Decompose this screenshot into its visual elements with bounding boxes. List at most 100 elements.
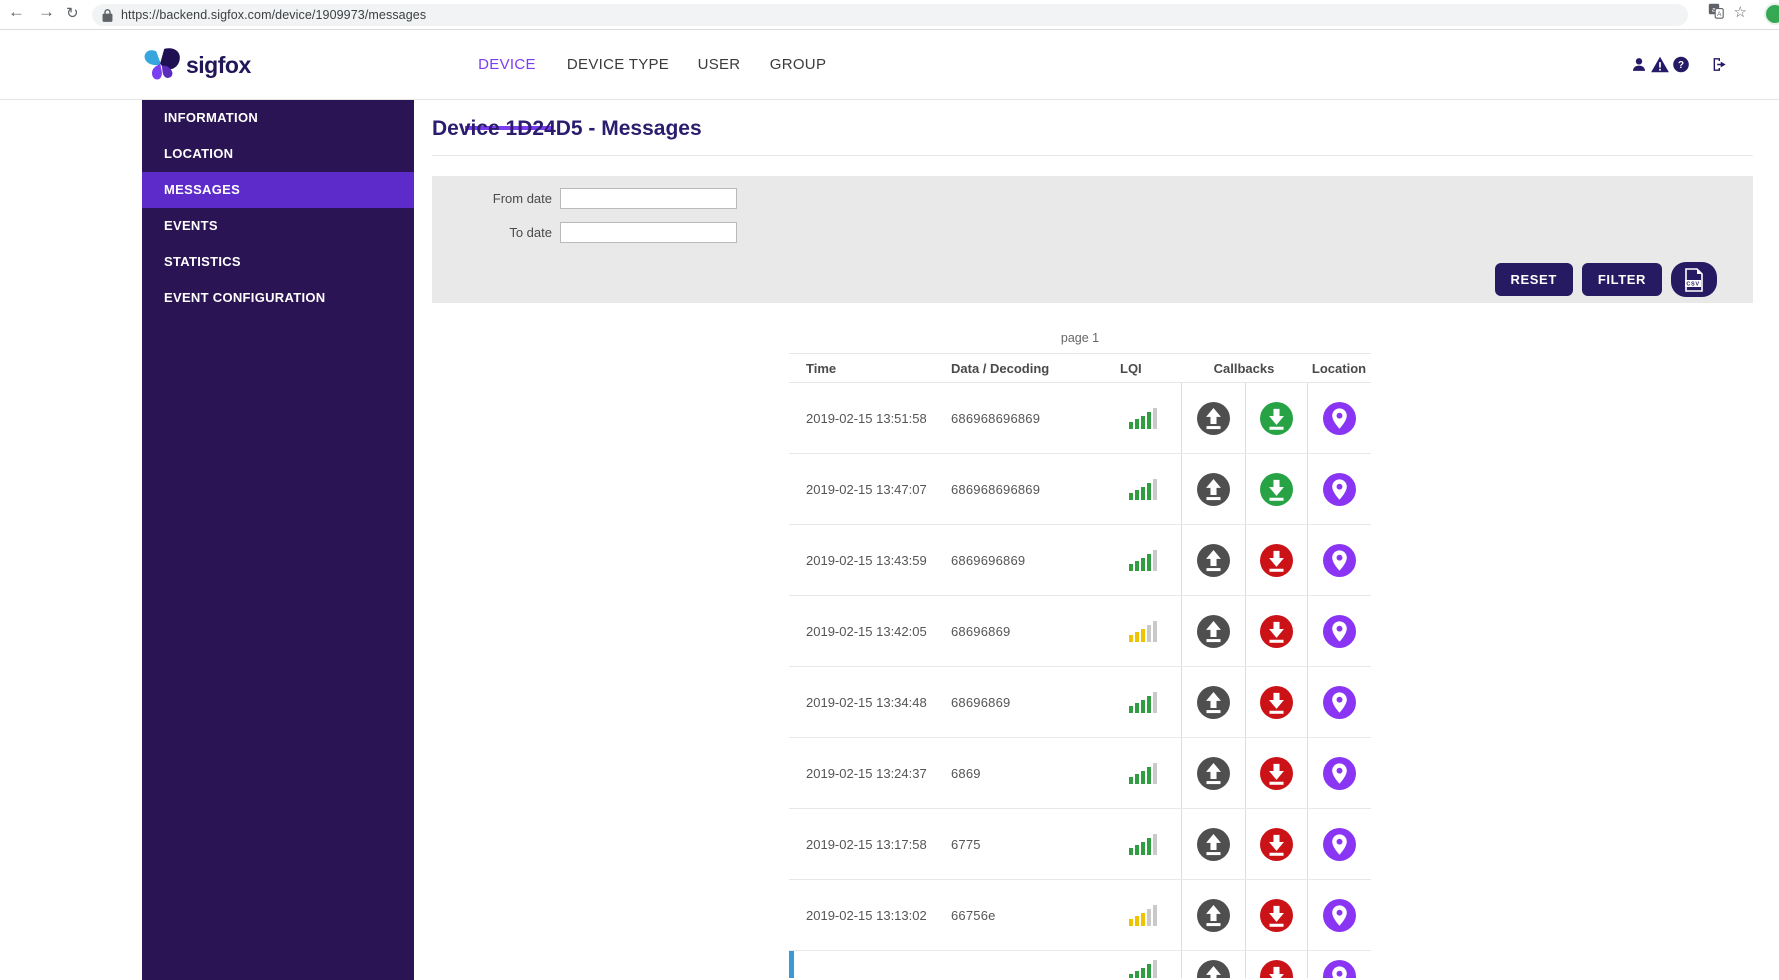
location-pin-icon[interactable]	[1307, 951, 1371, 978]
messages-table: Time Data / Decoding LQI Callbacks Locat…	[789, 353, 1371, 978]
message-data: 68696869	[951, 694, 1011, 710]
message-time: 2019-02-15 13:17:58	[806, 836, 927, 852]
lqi-cell	[1105, 833, 1181, 855]
sidebar-item-event-configuration[interactable]: EVENT CONFIGURATION	[142, 280, 414, 316]
location-pin-icon[interactable]	[1307, 667, 1371, 737]
address-bar[interactable]: https://backend.sigfox.com/device/190997…	[92, 4, 1688, 26]
from-date-input[interactable]	[560, 188, 737, 209]
sidebar-item-location[interactable]: LOCATION	[142, 136, 414, 172]
sidebar-item-events[interactable]: EVENTS	[142, 208, 414, 244]
butterfly-logo-icon	[144, 48, 180, 80]
location-pin-icon[interactable]	[1307, 738, 1371, 808]
forward-icon[interactable]: →	[38, 2, 55, 22]
message-time: 2019-02-15 13:24:37	[806, 765, 927, 781]
main-content: Device 1D24D5 - Messages From date To da…	[432, 100, 1753, 978]
bookmark-star-icon[interactable]: ☆	[1734, 3, 1747, 21]
downlink-callback-icon[interactable]	[1245, 738, 1307, 808]
profile-avatar[interactable]	[1764, 3, 1779, 25]
uplink-callback-icon[interactable]	[1181, 738, 1245, 808]
lqi-signal-bars	[1129, 478, 1157, 500]
brand-name: sigfox	[186, 51, 251, 78]
translate-icon[interactable]: aA	[1708, 3, 1724, 24]
location-pin-icon[interactable]	[1307, 383, 1371, 453]
downlink-callback-icon[interactable]	[1245, 667, 1307, 737]
url-text: https://backend.sigfox.com/device/190997…	[121, 8, 427, 22]
location-pin-icon[interactable]	[1307, 596, 1371, 666]
to-date-label: To date	[509, 225, 552, 240]
downlink-callback-icon[interactable]	[1245, 880, 1307, 950]
pagination-label: page 1	[1060, 331, 1100, 345]
sidebar-item-statistics[interactable]: STATISTICS	[142, 244, 414, 280]
message-data: 68696869	[951, 623, 1011, 639]
col-header-data: Data / Decoding	[951, 360, 1050, 376]
help-icon[interactable]: ?	[1673, 56, 1690, 78]
location-pin-icon[interactable]	[1307, 525, 1371, 595]
message-time: 2019-02-15 13:51:58	[806, 410, 927, 426]
tab-device-type[interactable]: DEVICE TYPE	[567, 30, 669, 100]
logout-icon[interactable]	[1711, 56, 1729, 78]
tab-user[interactable]: USER	[698, 30, 741, 100]
reload-icon[interactable]: ↻	[66, 4, 79, 22]
downlink-callback-icon[interactable]	[1245, 951, 1307, 978]
uplink-callback-icon[interactable]	[1181, 880, 1245, 950]
uplink-callback-icon[interactable]	[1181, 383, 1245, 453]
lqi-signal-bars	[1129, 762, 1157, 784]
reset-button[interactable]: RESET	[1494, 263, 1573, 296]
to-date-input[interactable]	[560, 222, 737, 243]
lqi-cell	[1105, 691, 1181, 713]
uplink-callback-icon[interactable]	[1181, 951, 1245, 978]
lqi-cell	[1105, 478, 1181, 500]
filter-panel: From date To date RESET FILTER CSV	[432, 176, 1753, 303]
sidebar-item-information[interactable]: INFORMATION	[142, 100, 414, 136]
col-header-lqi: LQI	[1120, 360, 1142, 376]
downlink-callback-icon[interactable]	[1245, 383, 1307, 453]
col-header-callbacks: Callbacks	[1213, 360, 1275, 376]
csv-file-icon: CSV	[1685, 267, 1703, 292]
lqi-cell	[1105, 904, 1181, 926]
table-row: 2019-02-15 13:24:37 6869	[789, 738, 1371, 809]
message-data: 686968696869	[951, 481, 1041, 497]
table-row: 2019-02-15 13:51:58 686968696869	[789, 383, 1371, 454]
lqi-cell	[1105, 951, 1181, 978]
table-row: 2019-02-15 13:43:59 6869696869	[789, 525, 1371, 596]
uplink-callback-icon[interactable]	[1181, 454, 1245, 524]
location-pin-icon[interactable]	[1307, 809, 1371, 879]
user-icon[interactable]	[1631, 56, 1648, 78]
downlink-callback-icon[interactable]	[1245, 596, 1307, 666]
message-data: 66756e	[951, 907, 996, 923]
back-icon[interactable]: ←	[8, 2, 25, 22]
message-time: 2019-02-15 13:13:02	[806, 907, 927, 923]
message-time	[794, 951, 946, 960]
warning-icon[interactable]	[1651, 56, 1670, 78]
filter-button[interactable]: FILTER	[1581, 263, 1662, 296]
uplink-callback-icon[interactable]	[1181, 596, 1245, 666]
message-time: 2019-02-15 13:43:59	[806, 552, 927, 568]
message-data: 6775	[951, 836, 981, 852]
sigfox-logo[interactable]: sigfox	[140, 45, 251, 85]
col-header-location: Location	[1311, 360, 1367, 376]
from-date-label: From date	[492, 191, 552, 206]
table-row	[789, 951, 1371, 978]
csv-export-button[interactable]: CSV	[1671, 262, 1717, 297]
location-pin-icon[interactable]	[1307, 454, 1371, 524]
message-data: 6869696869	[951, 552, 1026, 568]
downlink-callback-icon[interactable]	[1245, 809, 1307, 879]
app-header: sigfox DEVICE DEVICE TYPE USER GROUP ?	[0, 30, 1779, 130]
sidebar-item-messages[interactable]: MESSAGES	[142, 172, 414, 208]
uplink-callback-icon[interactable]	[1181, 809, 1245, 879]
svg-text:A: A	[1717, 11, 1722, 18]
lqi-signal-bars	[1129, 549, 1157, 571]
uplink-callback-icon[interactable]	[1181, 667, 1245, 737]
lqi-cell	[1105, 762, 1181, 784]
tab-device[interactable]: DEVICE	[478, 30, 536, 100]
message-time: 2019-02-15 13:34:48	[806, 694, 927, 710]
lqi-cell	[1105, 620, 1181, 642]
uplink-callback-icon[interactable]	[1181, 525, 1245, 595]
table-row: 2019-02-15 13:34:48 68696869	[789, 667, 1371, 738]
tab-group[interactable]: GROUP	[770, 30, 827, 100]
page-title: Device 1D24D5 - Messages	[432, 117, 702, 140]
location-pin-icon[interactable]	[1307, 880, 1371, 950]
downlink-callback-icon[interactable]	[1245, 454, 1307, 524]
table-row: 2019-02-15 13:17:58 6775	[789, 809, 1371, 880]
downlink-callback-icon[interactable]	[1245, 525, 1307, 595]
